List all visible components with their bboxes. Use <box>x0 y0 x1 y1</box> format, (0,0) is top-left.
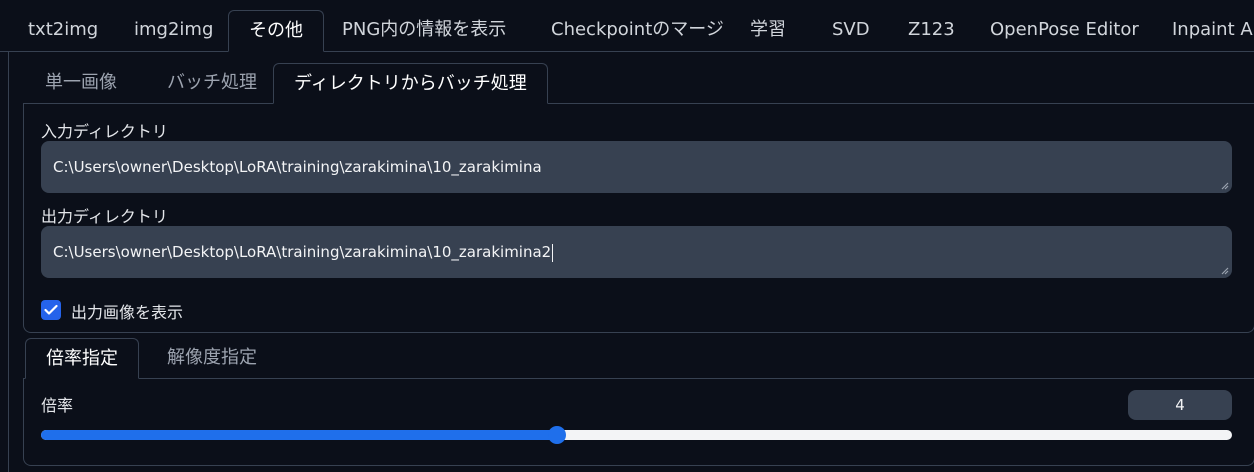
tab-img2img[interactable]: img2img <box>114 10 233 50</box>
tab-extras[interactable]: その他 <box>228 10 324 52</box>
tab-z123[interactable]: Z123 <box>888 10 975 50</box>
scale-slider-thumb[interactable] <box>547 426 566 444</box>
tab-checkpoint-merger[interactable]: Checkpointのマージ <box>531 10 744 50</box>
resize-grip-icon[interactable] <box>1219 180 1229 190</box>
scale-label: 倍率 <box>41 396 74 415</box>
input-directory-field[interactable]: C:\Users\owner\Desktop\LoRA\training\zar… <box>41 141 1232 193</box>
batch-directory-panel: 入力ディレクトリ C:\Users\owner\Desktop\LoRA\tra… <box>23 103 1254 333</box>
tab-inpaint-anything[interactable]: Inpaint Ar <box>1152 10 1254 50</box>
tab-scale-by[interactable]: 倍率指定 <box>25 338 139 379</box>
tab-batch-from-directory[interactable]: ディレクトリからバッチ処理 <box>273 63 548 104</box>
tab-scale-to[interactable]: 解像度指定 <box>147 338 277 377</box>
resize-grip-icon[interactable] <box>1219 265 1229 275</box>
scale-number-input[interactable]: 4 <box>1128 390 1232 420</box>
tab-batch-process[interactable]: バッチ処理 <box>147 63 277 102</box>
scale-panel: 倍率 4 <box>23 378 1254 466</box>
tab-png-info[interactable]: PNG内の情報を表示 <box>322 10 526 50</box>
extras-mode-tab-bar: 単一画像 バッチ処理 ディレクトリからバッチ処理 <box>23 63 1254 104</box>
output-directory-value: C:\Users\owner\Desktop\LoRA\training\zar… <box>53 243 552 261</box>
extras-panel: 単一画像 バッチ処理 ディレクトリからバッチ処理 入力ディレクトリ C:\Use… <box>8 51 1254 472</box>
show-output-checkbox[interactable] <box>41 300 61 320</box>
text-caret <box>552 243 554 262</box>
input-directory-value: C:\Users\owner\Desktop\LoRA\training\zar… <box>53 158 542 176</box>
tab-txt2img[interactable]: txt2img <box>8 10 118 50</box>
app-root: txt2img img2img その他 PNG内の情報を表示 Checkpoin… <box>0 0 1254 472</box>
show-output-label[interactable]: 出力画像を表示 <box>71 299 183 323</box>
output-directory-label: 出力ディレクトリ <box>41 207 168 226</box>
top-tab-bar: txt2img img2img その他 PNG内の情報を表示 Checkpoin… <box>0 10 1254 52</box>
resize-mode-tab-bar: 倍率指定 解像度指定 <box>23 338 1254 379</box>
checkmark-icon <box>44 304 58 315</box>
tab-single-image[interactable]: 単一画像 <box>25 63 137 102</box>
scale-slider-fill <box>41 430 557 440</box>
tab-svd[interactable]: SVD <box>812 10 890 50</box>
tab-openpose-editor[interactable]: OpenPose Editor <box>970 10 1159 50</box>
tab-train[interactable]: 学習 <box>730 10 806 50</box>
input-directory-label: 入力ディレクトリ <box>41 122 168 141</box>
output-directory-field[interactable]: C:\Users\owner\Desktop\LoRA\training\zar… <box>41 226 1232 278</box>
scale-slider[interactable] <box>41 426 1232 444</box>
